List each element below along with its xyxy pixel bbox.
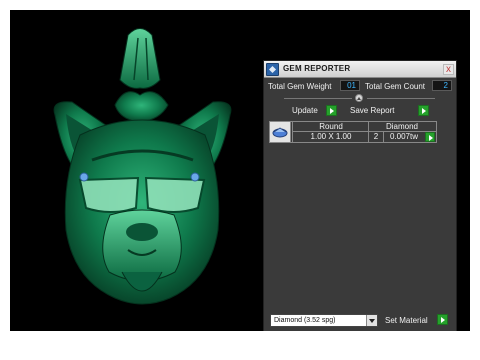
- set-material-label: Set Material: [385, 316, 428, 325]
- save-report-arrow-icon[interactable]: [418, 105, 429, 116]
- panel-titlebar[interactable]: GEM REPORTER x: [264, 61, 456, 78]
- 3d-viewport[interactable]: GEM REPORTER x Total Gem Weight 01 Total…: [10, 10, 470, 331]
- total-gem-count-value: 2: [432, 80, 452, 91]
- cell-count: 2: [373, 132, 379, 141]
- update-arrow-icon[interactable]: [326, 105, 337, 116]
- cell-size: 1.00 X 1.00: [310, 132, 352, 141]
- update-button[interactable]: Update: [292, 104, 340, 117]
- gem-table: Round Diamond 1.00 X 1.00 2 0.007tw: [269, 121, 437, 143]
- save-report-label: Save Report: [350, 106, 395, 115]
- header-cut: Round: [319, 122, 343, 131]
- row-arrow-icon[interactable]: [425, 132, 435, 142]
- gem-reporter-panel: GEM REPORTER x Total Gem Weight 01 Total…: [263, 60, 457, 331]
- update-label: Update: [292, 106, 318, 115]
- cell-weight: 0.007tw: [389, 132, 419, 141]
- set-material-arrow-icon[interactable]: [437, 314, 448, 325]
- divider-left: [284, 98, 352, 99]
- material-select-value: Diamond (3.52 spg): [274, 317, 336, 324]
- chevron-down-icon[interactable]: [366, 315, 377, 326]
- divider-right: [367, 98, 435, 99]
- panel-title: GEM REPORTER: [283, 64, 351, 73]
- material-select[interactable]: Diamond (3.52 spg): [270, 314, 378, 327]
- collapse-icon[interactable]: [355, 94, 363, 102]
- app-icon: [266, 63, 279, 76]
- total-gem-weight-value: 01: [340, 80, 360, 91]
- save-report-button[interactable]: Save Report: [350, 104, 440, 117]
- close-button[interactable]: x: [443, 64, 454, 75]
- header-material: Diamond: [385, 122, 418, 131]
- set-material-button[interactable]: Set Material: [385, 314, 451, 327]
- total-gem-count-label: Total Gem Count: [365, 82, 426, 91]
- total-gem-weight-label: Total Gem Weight: [268, 82, 332, 91]
